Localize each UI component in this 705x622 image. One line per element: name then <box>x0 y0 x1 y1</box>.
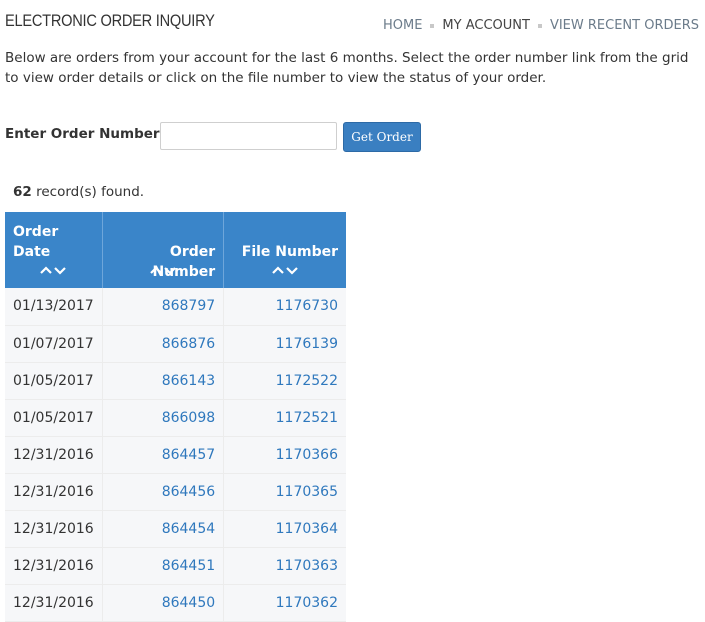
order-number-link[interactable]: 866098 <box>162 410 215 426</box>
order-number-link[interactable]: 864454 <box>162 521 215 537</box>
records-suffix: record(s) found. <box>31 184 145 200</box>
order-date-cell: 12/31/2016 <box>5 473 103 511</box>
column-header-file-number[interactable]: File Number <box>223 212 346 288</box>
nav-view-recent-orders-link[interactable]: VIEW RECENT ORDERS <box>550 18 699 33</box>
order-number-link[interactable]: 864450 <box>162 595 215 611</box>
file-number-link[interactable]: 1176139 <box>276 336 338 352</box>
orders-grid-body: 01/13/2017 868797 1176730 01/07/2017 866876 1… <box>5 288 346 622</box>
order-date-cell: 12/31/2016 <box>5 547 103 585</box>
order-date-cell: 12/31/2016 <box>5 584 103 622</box>
table-row: 01/07/2017 866876 1176139 <box>5 325 346 363</box>
order-number-link[interactable]: 864451 <box>162 558 215 574</box>
order-number-cell: 864456 <box>102 473 225 511</box>
file-number-cell: 1170365 <box>223 473 346 511</box>
nav-my-account-link[interactable]: MY ACCOUNT <box>442 18 530 33</box>
table-row: 12/31/2016 864454 1170364 <box>5 510 346 548</box>
file-number-link[interactable]: 1172521 <box>276 410 338 426</box>
page-title: ELECTRONIC ORDER INQUIRY <box>5 11 215 30</box>
order-number-label: Enter Order Number: <box>5 126 165 142</box>
file-number-cell: 1176730 <box>223 288 346 326</box>
order-number-cell: 866098 <box>102 399 225 437</box>
orders-grid: Order Date Order Number File Number 01/1… <box>5 212 346 622</box>
file-number-link[interactable]: 1170366 <box>276 447 338 463</box>
table-row: 01/13/2017 868797 1176730 <box>5 288 346 326</box>
file-number-link[interactable]: 1172522 <box>276 373 338 389</box>
file-number-link[interactable]: 1170363 <box>276 558 338 574</box>
order-number-cell: 866876 <box>102 325 225 363</box>
file-number-cell: 1170366 <box>223 436 346 474</box>
order-number-cell: 864450 <box>102 584 225 622</box>
file-number-link[interactable]: 1170364 <box>276 521 338 537</box>
order-number-cell: 864451 <box>102 547 225 585</box>
order-date-cell: 12/31/2016 <box>5 510 103 548</box>
column-header-order-date[interactable]: Order Date <box>5 212 103 288</box>
order-number-link[interactable]: 864457 <box>162 447 215 463</box>
column-header-label: Order Date <box>13 224 59 260</box>
table-row: 01/05/2017 866143 1172522 <box>5 362 346 400</box>
order-date-cell: 01/13/2017 <box>5 288 103 326</box>
sort-icon[interactable] <box>5 264 102 280</box>
order-number-link[interactable]: 864456 <box>162 484 215 500</box>
records-found: 62 record(s) found. <box>13 184 144 200</box>
order-number-input[interactable] <box>160 122 337 150</box>
get-order-button[interactable]: Get Order <box>343 122 421 152</box>
records-count: 62 <box>13 184 32 200</box>
table-row: 12/31/2016 864451 1170363 <box>5 547 346 585</box>
order-number-cell: 868797 <box>102 288 225 326</box>
file-number-cell: 1170364 <box>223 510 346 548</box>
file-number-cell: 1172522 <box>223 362 346 400</box>
column-header-order-number[interactable]: Order Number <box>102 212 225 288</box>
order-number-link[interactable]: 866876 <box>162 336 215 352</box>
table-row: 01/05/2017 866098 1172521 <box>5 399 346 437</box>
nav-separator <box>537 23 542 28</box>
column-header-label: File Number <box>241 244 338 260</box>
file-number-link[interactable]: 1176730 <box>276 298 338 314</box>
file-number-cell: 1172521 <box>223 399 346 437</box>
order-date-cell: 01/05/2017 <box>5 362 103 400</box>
sort-icon[interactable] <box>103 264 223 280</box>
file-number-link[interactable]: 1170365 <box>276 484 338 500</box>
table-row: 12/31/2016 864456 1170365 <box>5 473 346 511</box>
table-row: 12/31/2016 864450 1170362 <box>5 584 346 622</box>
sort-chevrons-icon <box>272 266 298 275</box>
sort-icon[interactable] <box>224 264 346 280</box>
order-date-cell: 01/07/2017 <box>5 325 103 363</box>
file-number-link[interactable]: 1170362 <box>276 595 338 611</box>
nav-home-link[interactable]: HOME <box>383 18 422 33</box>
order-date-cell: 12/31/2016 <box>5 436 103 474</box>
file-number-cell: 1176139 <box>223 325 346 363</box>
intro-text: Below are orders from your account for t… <box>5 50 689 86</box>
sort-chevrons-icon <box>40 266 67 275</box>
sort-chevrons-icon <box>150 266 176 275</box>
order-number-link[interactable]: 868797 <box>162 298 215 314</box>
top-nav: HOME MY ACCOUNT VIEW RECENT ORDERS <box>383 18 699 33</box>
order-number-link[interactable]: 866143 <box>162 373 215 389</box>
order-number-cell: 864457 <box>102 436 225 474</box>
file-number-cell: 1170362 <box>223 584 346 622</box>
order-number-cell: 864454 <box>102 510 225 548</box>
order-date-cell: 01/05/2017 <box>5 399 103 437</box>
table-row: 12/31/2016 864457 1170366 <box>5 436 346 474</box>
order-number-cell: 866143 <box>102 362 225 400</box>
file-number-cell: 1170363 <box>223 547 346 585</box>
nav-separator <box>430 23 435 28</box>
